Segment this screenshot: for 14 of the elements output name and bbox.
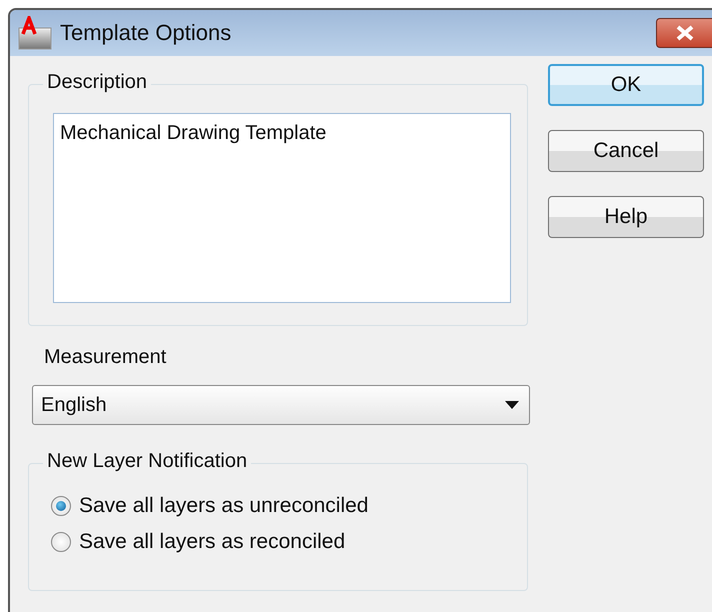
window-title: Template Options [60,20,232,46]
field-label: Measurement [44,346,168,369]
close-button[interactable] [656,18,712,48]
group-label: New Layer Notification [43,450,252,473]
dialog-button[interactable]: OK [548,64,704,106]
radio-option[interactable]: Save all layers as unreconciled [51,494,527,518]
app-icon [18,16,52,50]
dropdown-arrow-icon [505,401,519,409]
dialog-button[interactable]: Cancel [548,130,704,172]
group-label: Description [43,71,152,94]
description-field[interactable]: Mechanical Drawing Template [53,113,511,303]
measurement-dropdown[interactable]: English [32,385,530,425]
radio-option[interactable]: Save all layers as reconciled [51,530,527,554]
dialog-button[interactable]: Help [548,196,704,238]
